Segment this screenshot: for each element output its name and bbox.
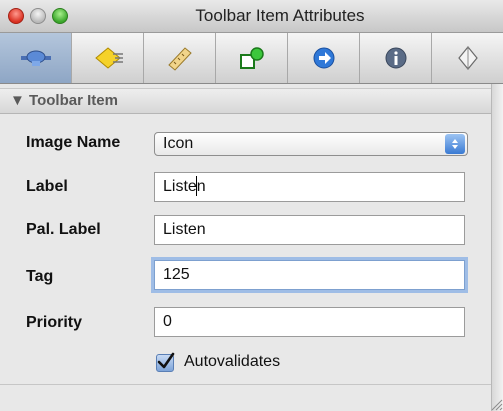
title-bar[interactable]: Toolbar Item Attributes bbox=[0, 0, 503, 33]
pal-label-field[interactable]: Listen bbox=[154, 215, 465, 245]
section-toolbar-item[interactable]: ▼ Toolbar Item bbox=[0, 88, 491, 114]
image-name-value: Icon bbox=[163, 135, 194, 152]
zoom-button[interactable] bbox=[52, 8, 68, 24]
autovalidates-label[interactable]: Autovalidates bbox=[184, 353, 280, 371]
inspector-content: ▼ Toolbar Item Image Name Icon Label Lis… bbox=[0, 84, 491, 411]
window-title: Toolbar Item Attributes bbox=[195, 6, 365, 25]
tab-attributes[interactable] bbox=[72, 33, 144, 83]
tag-label: Tag bbox=[26, 268, 54, 285]
arrow-circle-icon bbox=[313, 47, 334, 69]
priority-label: Priority bbox=[26, 314, 83, 331]
pen-nib-icon bbox=[457, 46, 478, 70]
priority-field[interactable]: 0 bbox=[154, 307, 465, 337]
image-name-select[interactable]: Icon bbox=[154, 132, 468, 156]
checkmark-icon bbox=[157, 352, 175, 369]
info-icon bbox=[385, 47, 406, 69]
tab-bindings[interactable] bbox=[288, 33, 360, 83]
pal-label-label: Pal. Label bbox=[26, 221, 101, 238]
tab-info[interactable] bbox=[360, 33, 432, 83]
tab-connections[interactable] bbox=[216, 33, 288, 83]
ruler-icon bbox=[167, 47, 192, 71]
dropdown-arrow-icon[interactable] bbox=[445, 134, 465, 154]
inspector-window: Toolbar Item Attributes ▼ Toolbar Item I… bbox=[0, 0, 503, 411]
label-label: Label bbox=[26, 178, 68, 195]
tab-toolbar-item[interactable] bbox=[0, 33, 72, 83]
inspector-tabs bbox=[0, 33, 503, 84]
diamond-lines-icon bbox=[94, 47, 123, 69]
section-title: Toolbar Item bbox=[29, 92, 118, 109]
resize-grip-icon[interactable] bbox=[488, 392, 503, 411]
shapes-icon bbox=[239, 47, 264, 69]
label-field[interactable]: Listen bbox=[154, 172, 465, 202]
tag-field[interactable]: 125 bbox=[154, 260, 465, 290]
tab-size[interactable] bbox=[144, 33, 216, 83]
vertical-scrollbar[interactable] bbox=[491, 84, 503, 411]
minimize-button[interactable] bbox=[30, 8, 46, 24]
divider bbox=[0, 384, 491, 385]
disclosure-triangle-icon[interactable]: ▼ bbox=[10, 92, 25, 109]
text-cursor bbox=[196, 176, 197, 196]
image-name-label: Image Name bbox=[26, 134, 121, 151]
toolbar-item-icon bbox=[20, 50, 51, 66]
tab-identity[interactable] bbox=[432, 33, 503, 83]
autovalidates-checkbox[interactable] bbox=[156, 352, 175, 372]
close-button[interactable] bbox=[8, 8, 24, 24]
